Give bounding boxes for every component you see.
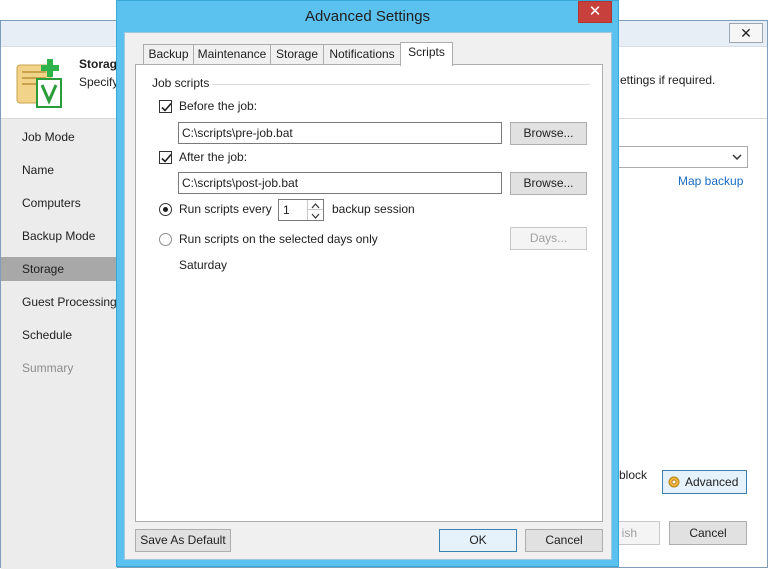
days-button: Days... bbox=[510, 227, 587, 250]
before-job-checkbox[interactable] bbox=[159, 100, 172, 113]
chevron-down-icon bbox=[311, 213, 320, 219]
wizard-header-description: Specify bbox=[79, 75, 119, 89]
run-days-radio[interactable] bbox=[159, 233, 172, 246]
wizard-header-description-tail: ettings if required. bbox=[620, 73, 716, 87]
nav-item-name[interactable]: Name bbox=[1, 158, 117, 182]
nav-item-guest-processing[interactable]: Guest Processing bbox=[1, 290, 117, 314]
nav-item-computers[interactable]: Computers bbox=[1, 191, 117, 215]
nav-item-storage[interactable]: Storage bbox=[1, 257, 117, 281]
before-job-browse-button[interactable]: Browse... bbox=[510, 122, 587, 145]
advanced-settings-dialog: Advanced Settings ✕ Backup Maintenance S… bbox=[116, 0, 619, 567]
dialog-close-button[interactable]: ✕ bbox=[578, 1, 612, 23]
run-every-stepper[interactable]: 1 bbox=[278, 199, 324, 221]
dialog-body: Backup Maintenance Storage Notifications… bbox=[124, 32, 612, 560]
stepper-down-button[interactable] bbox=[308, 210, 323, 220]
run-every-suffix: backup session bbox=[332, 202, 415, 216]
group-divider bbox=[212, 84, 590, 85]
chevron-down-icon bbox=[732, 154, 742, 161]
storage-job-icon bbox=[16, 59, 62, 108]
tab-notifications[interactable]: Notifications bbox=[323, 44, 401, 65]
advanced-button-label: Advanced bbox=[685, 475, 739, 489]
stepper-arrows bbox=[307, 200, 323, 220]
wizard-nav: Job Mode Name Computers Backup Mode Stor… bbox=[1, 119, 117, 569]
run-days-label: Run scripts on the selected days only bbox=[179, 232, 378, 246]
nav-item-job-mode[interactable]: Job Mode bbox=[1, 125, 117, 149]
before-job-path-input[interactable]: C:\scripts\pre-job.bat bbox=[178, 122, 502, 144]
stepper-up-button[interactable] bbox=[308, 200, 323, 210]
save-as-default-button[interactable]: Save As Default bbox=[135, 529, 231, 552]
tab-backup[interactable]: Backup bbox=[143, 44, 194, 65]
checkmark-icon bbox=[161, 102, 172, 112]
ok-button[interactable]: OK bbox=[439, 529, 517, 552]
after-job-checkbox[interactable] bbox=[159, 151, 172, 164]
wizard-cancel-button[interactable]: Cancel bbox=[669, 521, 747, 545]
gear-icon bbox=[668, 476, 680, 488]
run-every-value: 1 bbox=[283, 203, 290, 217]
advanced-button[interactable]: Advanced bbox=[662, 470, 747, 494]
repository-combobox[interactable] bbox=[618, 146, 748, 168]
tab-storage[interactable]: Storage bbox=[270, 44, 324, 65]
run-every-radio[interactable] bbox=[159, 203, 172, 216]
before-job-label: Before the job: bbox=[179, 99, 258, 113]
cancel-button[interactable]: Cancel bbox=[525, 529, 603, 552]
selected-days-value: Saturday bbox=[179, 258, 228, 272]
nav-item-schedule[interactable]: Schedule bbox=[1, 323, 117, 347]
nav-item-backup-mode[interactable]: Backup Mode bbox=[1, 224, 117, 248]
background-close-button[interactable]: ✕ bbox=[729, 23, 763, 43]
after-job-path-input[interactable]: C:\scripts\post-job.bat bbox=[178, 172, 502, 194]
block-text: block bbox=[619, 468, 648, 482]
tab-maintenance[interactable]: Maintenance bbox=[193, 44, 271, 65]
radio-selected-dot bbox=[163, 207, 168, 212]
checkmark-icon bbox=[161, 153, 172, 163]
run-every-label: Run scripts every bbox=[179, 202, 272, 216]
dialog-title: Advanced Settings bbox=[304, 8, 431, 25]
nav-item-summary: Summary bbox=[22, 361, 74, 375]
job-scripts-group-label: Job scripts bbox=[152, 76, 214, 90]
map-backup-link[interactable]: Map backup bbox=[678, 174, 743, 188]
after-job-browse-button[interactable]: Browse... bbox=[510, 172, 587, 195]
after-job-label: After the job: bbox=[179, 150, 248, 164]
tab-scripts[interactable]: Scripts bbox=[400, 42, 453, 66]
scripts-tab-panel: Job scripts Before the job: C:\scripts\p… bbox=[135, 64, 603, 522]
